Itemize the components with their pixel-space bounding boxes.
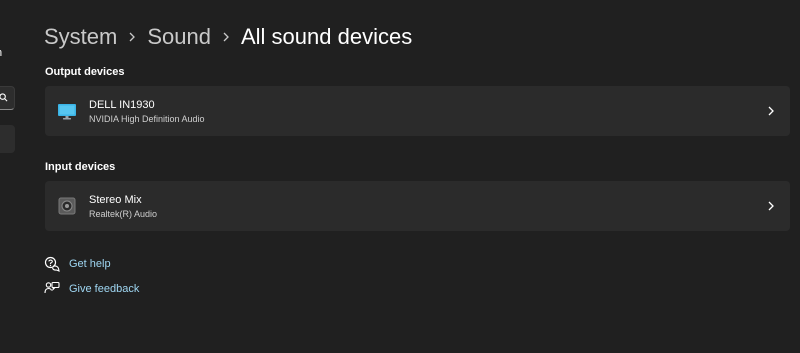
breadcrumb: System Sound All sound devices [44,22,412,52]
chevron-right-icon [768,106,774,116]
monitor-icon [58,104,76,120]
speaker-icon [58,197,76,215]
sidebar-selected-item[interactable] [0,125,15,153]
give-feedback-link[interactable]: Give feedback [44,281,139,297]
chevron-right-icon [117,22,147,52]
device-name: DELL IN1930 [89,99,155,111]
input-device-card[interactable]: Stereo Mix Realtek(R) Audio [45,181,790,231]
feedback-icon [44,281,60,294]
get-help-label[interactable]: Get help [69,258,111,270]
output-devices-heading: Output devices [45,66,125,78]
output-device-card[interactable]: DELL IN1930 NVIDIA High Definition Audio [45,86,790,136]
sidebar-user-text: n [0,47,6,59]
give-feedback-label[interactable]: Give feedback [69,283,139,295]
help-chat-icon [44,256,60,272]
chevron-right-icon [768,201,774,211]
chevron-right-icon [211,22,241,52]
search-icon [0,93,8,102]
sidebar-search-box[interactable] [0,86,15,110]
device-driver: NVIDIA High Definition Audio [89,114,205,124]
breadcrumb-system[interactable]: System [44,22,117,52]
breadcrumb-sound[interactable]: Sound [147,22,211,52]
input-devices-heading: Input devices [45,161,116,173]
device-name: Stereo Mix [89,194,142,206]
device-driver: Realtek(R) Audio [89,209,158,219]
get-help-link[interactable]: Get help [44,256,111,272]
page-title: All sound devices [240,24,413,49]
settings-window: n System Sound All sound devices Output … [0,0,800,353]
